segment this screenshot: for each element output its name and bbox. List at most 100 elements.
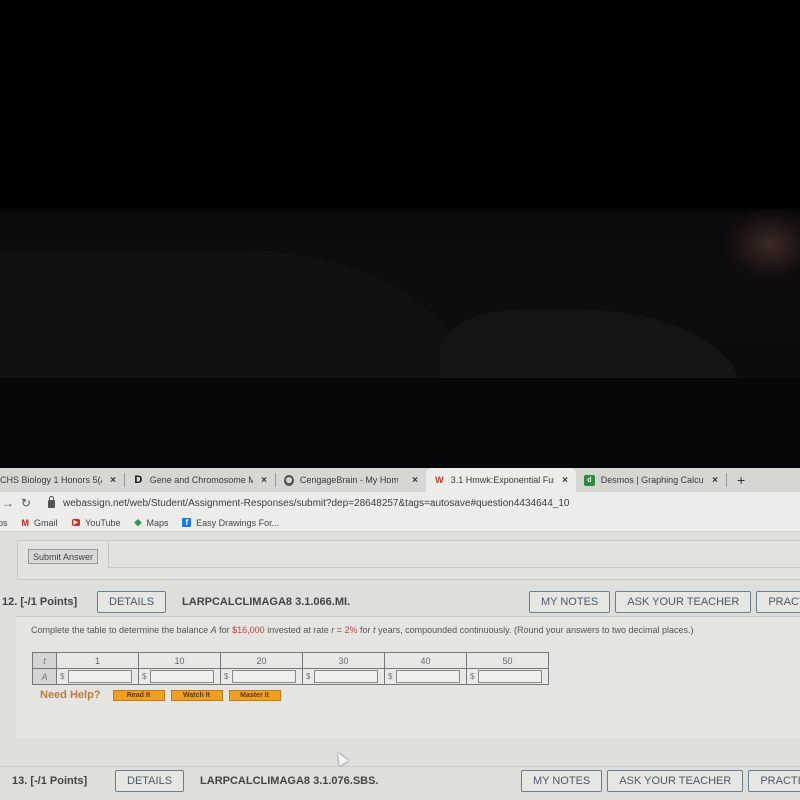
answer-table: t 1 10 20 30 40 50 A $ $ $ $ $ $ xyxy=(32,652,549,685)
answer-cell: $ xyxy=(384,668,467,685)
t-value: 40 xyxy=(384,652,467,669)
new-tab-button[interactable]: + xyxy=(737,472,745,488)
t-value: 30 xyxy=(302,652,385,669)
question-code: LARPCALCLIMAGA8 3.1.076.SBS. xyxy=(200,774,379,787)
tab-gene-chromosome[interactable]: D Gene and Chromosome Muta × xyxy=(125,469,275,491)
globe-icon: ◍ xyxy=(284,474,294,486)
tab-separator xyxy=(726,473,727,487)
practice-another-button[interactable]: PRACTICE AN xyxy=(748,769,800,792)
answer-cell: $ xyxy=(56,668,139,685)
gmail-icon: M xyxy=(21,517,30,528)
table-row-t: t 1 10 20 30 40 50 xyxy=(32,652,549,669)
bookmark-gmail[interactable]: M Gmail xyxy=(22,518,58,528)
panel-divider xyxy=(108,541,800,568)
bookmark-maps[interactable]: ◆ Maps xyxy=(135,517,169,528)
tab-title: Desmos | Graphing Calculato xyxy=(600,475,704,485)
url-field[interactable]: webassign.net/web/Student/Assignment-Res… xyxy=(48,496,569,509)
t-value: 10 xyxy=(138,652,221,669)
answer-cell: $ xyxy=(220,668,303,685)
question-number: 12. [-/1 Points] xyxy=(2,596,78,608)
bookmark-label: Gmail xyxy=(34,517,58,528)
question-13-header: 13. [-/1 Points] DETAILS LARPCALCLIMAGA8… xyxy=(0,766,800,794)
my-notes-button[interactable]: MY NOTES xyxy=(521,769,603,792)
table-row-A: A $ $ $ $ $ $ xyxy=(32,668,549,685)
tab-title: Gene and Chromosome Muta xyxy=(149,475,254,485)
answer-input-t20[interactable] xyxy=(232,670,297,683)
question-number: 13. [-/1 Points] xyxy=(12,774,88,787)
desmos-icon: d xyxy=(584,474,595,486)
close-icon[interactable]: × xyxy=(712,475,718,486)
bookmark-label: Easy Drawings For... xyxy=(196,517,280,528)
bookmark-apps[interactable]: ps xyxy=(0,518,8,528)
master-it-button[interactable]: Master It xyxy=(228,689,281,701)
details-button[interactable]: DETAILS xyxy=(97,591,167,613)
need-help-label: Need Help? xyxy=(40,689,101,701)
monitor-bezel xyxy=(0,378,800,468)
currency-symbol: $ xyxy=(224,672,229,681)
tab-strip: CHS Biology 1 Honors 5(A) × D Gene and C… xyxy=(0,468,800,492)
tab-title: CengageBrain - My Home xyxy=(299,475,399,485)
t-value: 20 xyxy=(220,652,303,669)
watch-it-button[interactable]: Watch It xyxy=(170,689,223,701)
photo-background xyxy=(0,0,800,468)
t-value: 1 xyxy=(56,652,139,669)
question-12-body: Complete the table to determine the bala… xyxy=(16,616,800,738)
principal-value: $16,000 xyxy=(232,625,265,635)
currency-symbol: $ xyxy=(142,672,147,681)
close-icon[interactable]: × xyxy=(110,475,116,486)
answer-input-t30[interactable] xyxy=(314,670,379,683)
read-it-button[interactable]: Read It xyxy=(112,689,165,701)
answer-cell: $ xyxy=(466,668,549,685)
close-icon[interactable]: × xyxy=(562,475,568,486)
background-shape xyxy=(0,250,470,390)
close-icon[interactable]: × xyxy=(412,475,418,486)
row-label-t: t xyxy=(32,652,57,669)
question-prompt: Complete the table to determine the bala… xyxy=(31,625,694,635)
bookmark-youtube[interactable]: ▶ YouTube xyxy=(71,517,121,528)
currency-symbol: $ xyxy=(306,672,311,681)
address-bar: → ↻ webassign.net/web/Student/Assignment… xyxy=(0,492,800,514)
answer-input-t1[interactable] xyxy=(68,670,133,683)
tab-exponential-functions[interactable]: W 3.1 Hmwk:Exponential Functi × xyxy=(426,468,576,492)
background-object xyxy=(725,210,800,280)
ask-teacher-button[interactable]: ASK YOUR TEACHER xyxy=(607,769,744,792)
my-notes-button[interactable]: MY NOTES xyxy=(529,591,611,613)
close-icon[interactable]: × xyxy=(261,475,267,486)
row-label-A: A xyxy=(32,668,57,685)
browser-window: CHS Biology 1 Honors 5(A) × D Gene and C… xyxy=(0,468,800,800)
currency-symbol: $ xyxy=(388,672,393,681)
answer-input-t40[interactable] xyxy=(396,670,461,683)
submit-answer-button[interactable]: Submit Answer xyxy=(28,549,99,564)
webassign-icon: W xyxy=(435,475,444,485)
previous-question-footer: Submit Answer xyxy=(17,540,800,580)
tab-biology[interactable]: CHS Biology 1 Honors 5(A) × xyxy=(0,469,124,491)
need-help-bar: Need Help? Read It Watch It Master It xyxy=(40,689,281,701)
tab-title: 3.1 Hmwk:Exponential Functi xyxy=(450,475,554,485)
tab-desmos[interactable]: d Desmos | Graphing Calculato × xyxy=(576,469,726,491)
forward-icon[interactable]: → xyxy=(0,496,16,510)
currency-symbol: $ xyxy=(60,672,65,681)
d-logo-icon: D xyxy=(134,474,143,486)
practice-button[interactable]: PRACTICE xyxy=(756,591,800,613)
tab-cengagebrain[interactable]: ◍ CengageBrain - My Home × xyxy=(276,469,426,491)
youtube-icon: ▶ xyxy=(71,519,81,526)
tab-title: CHS Biology 1 Honors 5(A) xyxy=(0,475,103,485)
bookmark-easy-drawings[interactable]: f Easy Drawings For... xyxy=(182,518,279,528)
bookmarks-bar: ps M Gmail ▶ YouTube ◆ Maps f Easy Drawi… xyxy=(0,514,800,532)
answer-input-t10[interactable] xyxy=(150,670,215,683)
answer-cell: $ xyxy=(138,668,221,685)
lock-icon xyxy=(48,496,55,508)
reload-icon[interactable]: ↻ xyxy=(18,496,34,510)
details-button[interactable]: DETAILS xyxy=(115,769,185,792)
question-code: LARPCALCLIMAGA8 3.1.066.MI. xyxy=(182,596,351,608)
answer-input-t50[interactable] xyxy=(478,670,543,683)
bookmark-label: ps xyxy=(0,517,8,528)
bookmark-label: Maps xyxy=(146,517,169,528)
currency-symbol: $ xyxy=(470,672,475,681)
assignment-page: Submit Answer 12. [-/1 Points] DETAILS L… xyxy=(0,532,800,800)
ask-teacher-button[interactable]: ASK YOUR TEACHER xyxy=(615,591,752,613)
facebook-icon: f xyxy=(182,518,192,527)
t-value: 50 xyxy=(466,652,549,669)
bookmark-label: YouTube xyxy=(85,517,121,528)
question-12-header: 12. [-/1 Points] DETAILS LARPCALCLIMAGA8… xyxy=(0,588,800,616)
